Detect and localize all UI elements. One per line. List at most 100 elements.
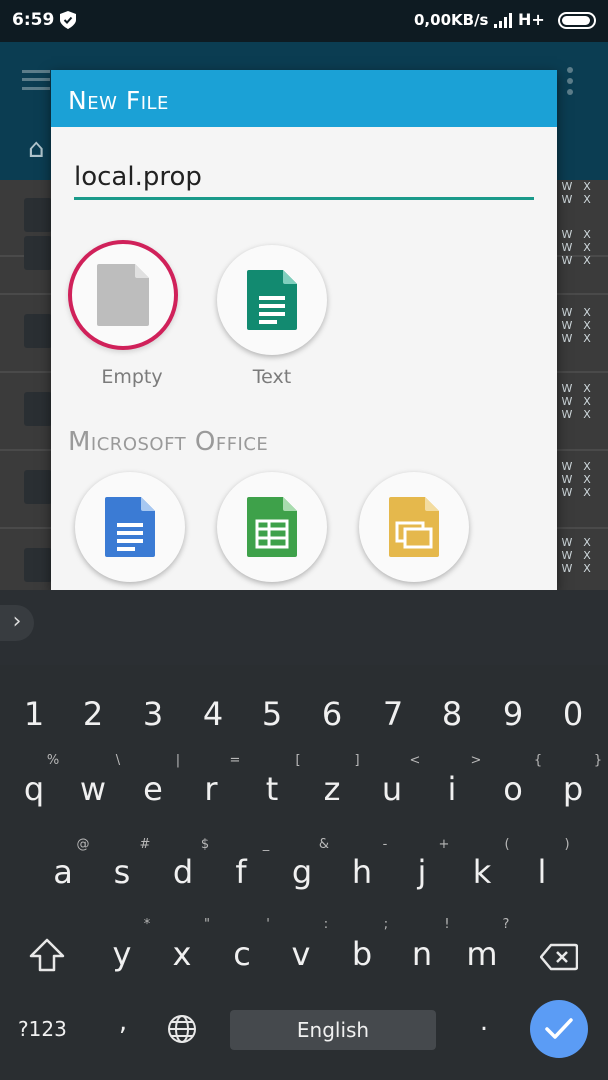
- key-p[interactable]: p: [543, 770, 603, 808]
- blank-file-icon: [97, 264, 149, 326]
- permission-cells: WXWXWX: [561, 228, 591, 267]
- file-icon: [24, 314, 52, 348]
- template-presentation-button[interactable]: [359, 472, 469, 582]
- key-z[interactable]: z: [302, 770, 362, 808]
- key-x[interactable]: x: [152, 935, 212, 973]
- key-l[interactable]: l: [512, 853, 572, 891]
- key-7[interactable]: 7: [363, 695, 423, 733]
- key-d[interactable]: d: [153, 853, 213, 891]
- permission-cells: WXWXWX: [561, 460, 591, 499]
- key-2[interactable]: 2: [63, 695, 123, 733]
- template-text-label: Text: [252, 366, 292, 388]
- key-b[interactable]: b: [332, 935, 392, 973]
- key-y[interactable]: y: [92, 935, 152, 973]
- key-i[interactable]: i: [422, 770, 482, 808]
- key-8[interactable]: 8: [422, 695, 482, 733]
- permission-cells: WXWXWX: [561, 382, 591, 421]
- key-f[interactable]: f: [211, 853, 271, 891]
- network-type: H+: [518, 10, 545, 29]
- key-hint: [: [295, 753, 301, 768]
- permission-cells: WXWXWX: [561, 306, 591, 345]
- key-hint: >: [470, 753, 482, 768]
- key-w[interactable]: w: [63, 770, 123, 808]
- key-o[interactable]: o: [483, 770, 543, 808]
- key-hint: ': [266, 917, 270, 932]
- filename-input[interactable]: [74, 156, 534, 200]
- on-screen-keyboard: 1 2 3 4 5 6 7 8 9 0 % \ | = [ ] < > { } …: [0, 665, 608, 1080]
- key-q[interactable]: q: [4, 770, 64, 808]
- enter-done-button[interactable]: [530, 1000, 588, 1058]
- key-a[interactable]: a: [33, 853, 93, 891]
- signal-icon: [494, 13, 512, 28]
- key-v[interactable]: v: [271, 935, 331, 973]
- key-hint: =: [229, 753, 241, 768]
- key-hint: \: [115, 753, 121, 768]
- key-9[interactable]: 9: [483, 695, 543, 733]
- key-r[interactable]: r: [181, 770, 241, 808]
- shift-key-icon[interactable]: [28, 937, 66, 973]
- checkmark-icon: [545, 1018, 573, 1039]
- text-document-icon: [247, 270, 297, 330]
- key-4[interactable]: 4: [183, 695, 243, 733]
- key-hint: *: [143, 917, 151, 932]
- key-comma[interactable]: ,: [93, 1007, 153, 1037]
- battery-icon: [558, 12, 596, 29]
- dialog-title: New File: [68, 86, 169, 115]
- key-hint: }: [593, 753, 603, 768]
- symbols-key[interactable]: ?123: [18, 1017, 67, 1041]
- key-3[interactable]: 3: [123, 695, 183, 733]
- key-period[interactable]: .: [454, 1007, 514, 1037]
- globe-language-icon[interactable]: [166, 1013, 198, 1045]
- dialog-header: New File: [51, 70, 557, 127]
- key-hint: {: [533, 753, 543, 768]
- template-empty-button[interactable]: [68, 240, 178, 350]
- key-n[interactable]: n: [392, 935, 452, 973]
- spreadsheet-icon: [247, 497, 297, 557]
- network-speed: 0,00KB/s: [414, 11, 489, 29]
- key-hint: ;: [383, 917, 389, 932]
- key-u[interactable]: u: [362, 770, 422, 808]
- template-word-button[interactable]: [75, 472, 185, 582]
- status-bar: 6:59 0,00KB/s H+: [0, 0, 608, 42]
- key-5[interactable]: 5: [242, 695, 302, 733]
- key-hint: +: [438, 837, 450, 852]
- permission-cells: WXWX: [561, 180, 591, 206]
- word-document-icon: [105, 497, 155, 557]
- key-c[interactable]: c: [212, 935, 272, 973]
- template-text-button[interactable]: [217, 245, 327, 355]
- key-g[interactable]: g: [272, 853, 332, 891]
- presentation-icon: [389, 497, 439, 557]
- file-icon: [24, 236, 52, 270]
- key-hint: :: [323, 917, 329, 932]
- key-hint: #: [139, 837, 151, 852]
- status-time: 6:59: [12, 10, 55, 30]
- template-spreadsheet-button[interactable]: [217, 472, 327, 582]
- key-hint: |: [175, 753, 181, 768]
- office-section-title: Microsoft Office: [68, 427, 269, 457]
- key-j[interactable]: j: [392, 853, 452, 891]
- permission-cells: WXWXWX: [561, 536, 591, 575]
- file-icon: [24, 470, 52, 504]
- key-hint: ": [204, 917, 210, 932]
- key-m[interactable]: m: [452, 935, 512, 973]
- key-t[interactable]: t: [242, 770, 302, 808]
- expand-toolbar-chevron-icon[interactable]: ›: [0, 605, 34, 641]
- key-hint: %: [46, 753, 60, 768]
- key-0[interactable]: 0: [543, 695, 603, 733]
- shield-icon: [60, 11, 76, 29]
- key-hint: !: [444, 917, 450, 932]
- template-empty-label: Empty: [101, 366, 163, 388]
- file-icon: [24, 392, 52, 426]
- suggestion-strip: ›: [0, 590, 608, 665]
- key-hint: ): [564, 837, 570, 852]
- spacebar[interactable]: English: [230, 1010, 436, 1050]
- key-hint: (: [504, 837, 510, 852]
- key-k[interactable]: k: [452, 853, 512, 891]
- key-6[interactable]: 6: [302, 695, 362, 733]
- backspace-key-icon[interactable]: [540, 943, 578, 971]
- key-1[interactable]: 1: [4, 695, 64, 733]
- key-e[interactable]: e: [123, 770, 183, 808]
- key-h[interactable]: h: [332, 853, 392, 891]
- menu-icon: [22, 70, 50, 90]
- key-s[interactable]: s: [92, 853, 152, 891]
